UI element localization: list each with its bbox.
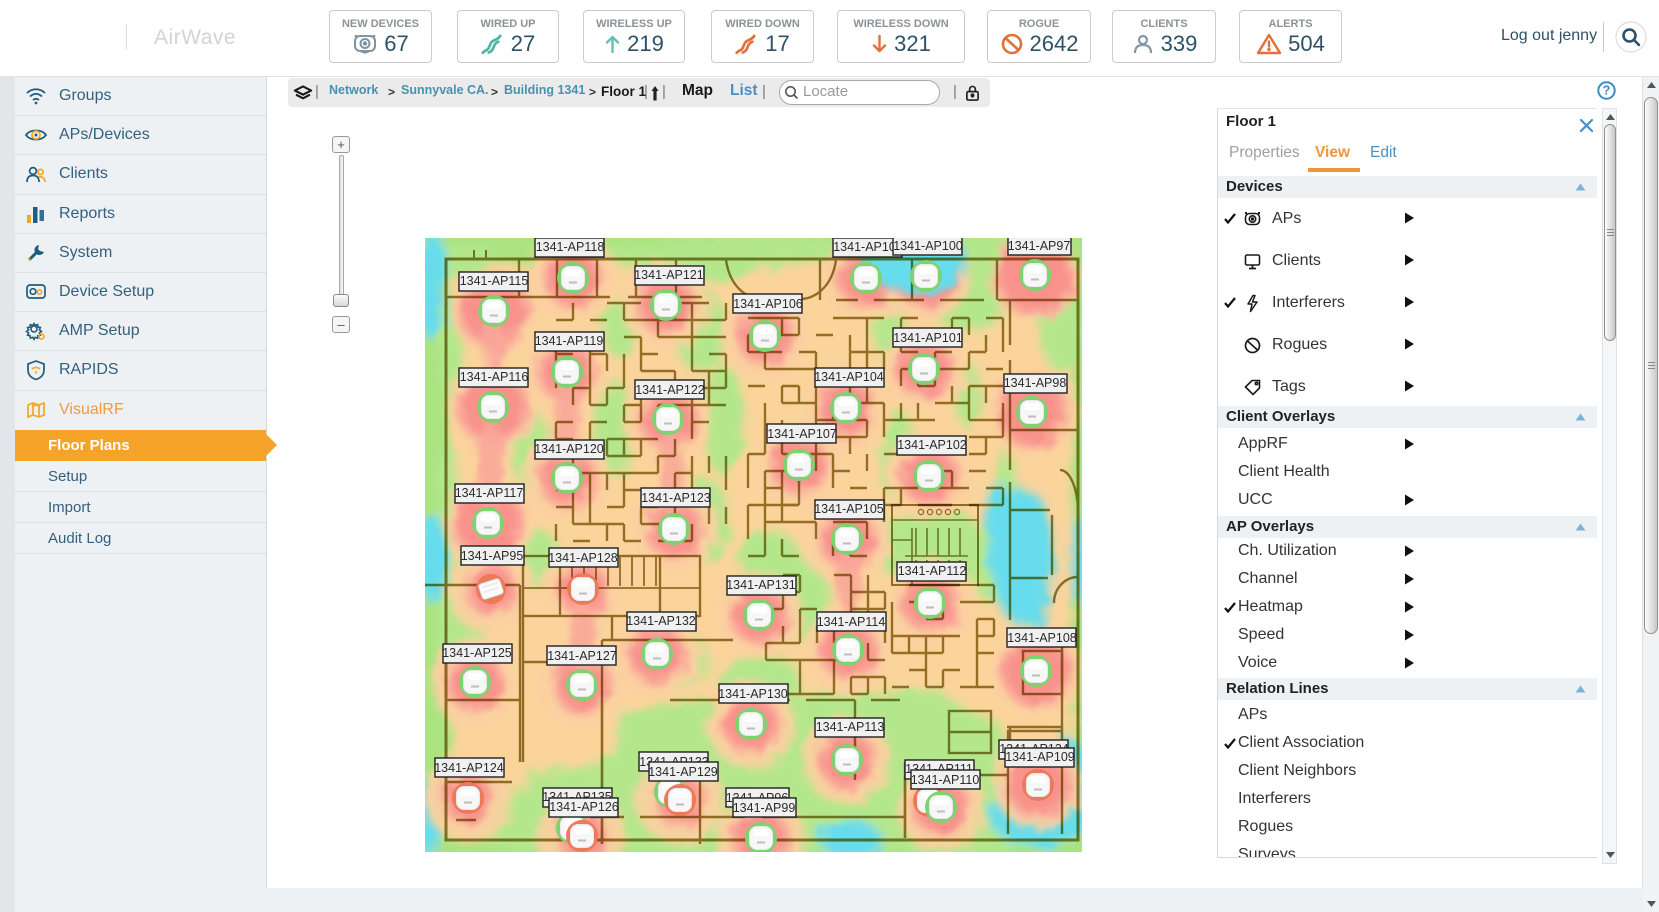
svg-text:1341-AP101: 1341-AP101 bbox=[893, 331, 963, 345]
svg-text:1341-AP104: 1341-AP104 bbox=[814, 370, 884, 384]
svg-text:1341-AP98: 1341-AP98 bbox=[1004, 376, 1067, 390]
svg-text:1341-AP114: 1341-AP114 bbox=[817, 615, 886, 629]
svg-text:1341-AP124: 1341-AP124 bbox=[434, 761, 504, 775]
svg-text:1341-AP97: 1341-AP97 bbox=[1008, 239, 1071, 253]
svg-text:1341-AP128: 1341-AP128 bbox=[548, 551, 618, 565]
svg-text:1341-AP99: 1341-AP99 bbox=[733, 801, 796, 815]
svg-text:1341-AP117: 1341-AP117 bbox=[455, 486, 524, 500]
svg-text:1341-AP105: 1341-AP105 bbox=[814, 502, 884, 516]
svg-text:1341-AP132: 1341-AP132 bbox=[626, 614, 696, 628]
svg-text:1341-AP118: 1341-AP118 bbox=[536, 240, 605, 254]
svg-text:1341-AP120: 1341-AP120 bbox=[534, 442, 604, 456]
svg-text:1341-AP131: 1341-AP131 bbox=[726, 578, 796, 592]
svg-text:1341-AP112: 1341-AP112 bbox=[898, 564, 967, 578]
svg-text:1341-AP110: 1341-AP110 bbox=[911, 773, 980, 787]
svg-text:1341-AP106: 1341-AP106 bbox=[733, 297, 803, 311]
svg-text:1341-AP115: 1341-AP115 bbox=[460, 274, 529, 288]
svg-text:1341-AP102: 1341-AP102 bbox=[897, 438, 967, 452]
svg-text:1341-AP119: 1341-AP119 bbox=[535, 334, 604, 348]
svg-text:1341-AP95: 1341-AP95 bbox=[461, 549, 524, 563]
svg-text:1341-AP125: 1341-AP125 bbox=[442, 646, 512, 660]
svg-text:1341-AP107: 1341-AP107 bbox=[767, 427, 837, 441]
svg-text:1341-AP123: 1341-AP123 bbox=[641, 491, 711, 505]
svg-text:1341-AP129: 1341-AP129 bbox=[648, 765, 718, 779]
svg-text:1341-AP108: 1341-AP108 bbox=[1007, 631, 1077, 645]
svg-text:1341-AP113: 1341-AP113 bbox=[816, 720, 885, 734]
svg-text:1341-AP100: 1341-AP100 bbox=[893, 239, 963, 253]
svg-text:1341-AP127: 1341-AP127 bbox=[547, 649, 617, 663]
svg-text:1341-AP130: 1341-AP130 bbox=[718, 687, 788, 701]
svg-text:1341-AP121: 1341-AP121 bbox=[634, 268, 704, 282]
svg-text:1341-AP126: 1341-AP126 bbox=[549, 800, 619, 814]
svg-text:1341-AP116: 1341-AP116 bbox=[460, 370, 529, 384]
svg-text:1341-AP122: 1341-AP122 bbox=[635, 383, 705, 397]
svg-text:1341-AP109: 1341-AP109 bbox=[1005, 750, 1075, 764]
svg-text:?: ? bbox=[1603, 84, 1611, 98]
